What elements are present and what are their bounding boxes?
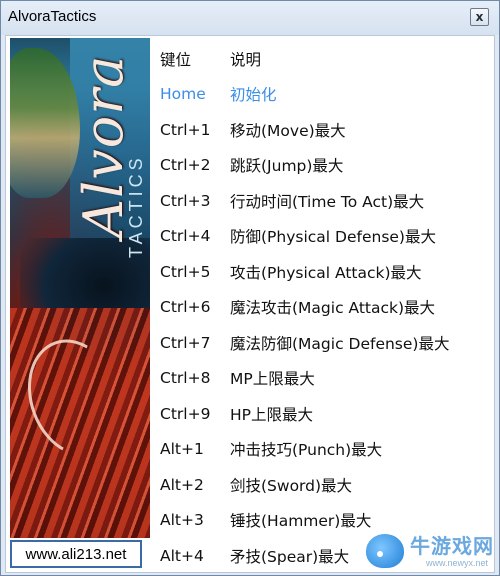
hotkey-description: 冲击技巧(Punch)最大 xyxy=(230,441,383,460)
header-desc: 说明 xyxy=(230,50,262,69)
hotkey-row: Ctrl+5 攻击(Physical Attack)最大 xyxy=(160,254,494,290)
trainer-window: AlvoraTactics x Alvora TACTICS www.ali21… xyxy=(0,0,500,576)
hotkey-key: Alt+2 xyxy=(160,475,204,494)
game-logo-subtitle: TACTICS xyxy=(126,154,146,258)
hotkey-row: Ctrl+4 防御(Physical Defense)最大 xyxy=(160,219,494,255)
hotkey-row: Ctrl+1 移动(Move)最大 xyxy=(160,112,494,148)
hotkey-key: Ctrl+5 xyxy=(160,262,211,281)
hotkey-description: 剑技(Sword)最大 xyxy=(230,476,353,495)
hotkey-row: Alt+2 剑技(Sword)最大 xyxy=(160,467,494,503)
hotkey-description: 矛技(Spear)最大 xyxy=(230,547,350,566)
hotkey-description: 魔法防御(Magic Defense)最大 xyxy=(230,334,450,353)
hotkey-list: 键位 说明 Home 初始化 Ctrl+1 移动(Move)最大 Ctrl+2 跳跃(Ju… xyxy=(160,41,494,574)
game-banner-image: Alvora TACTICS xyxy=(10,38,150,538)
window-title: AlvoraTactics xyxy=(8,8,97,25)
close-button[interactable]: x xyxy=(470,8,489,26)
hotkey-row: Home 初始化 xyxy=(160,77,494,113)
close-icon: x xyxy=(475,10,484,24)
hotkey-row: Ctrl+2 跳跃(Jump)最大 xyxy=(160,148,494,184)
hotkey-key: Alt+4 xyxy=(160,546,204,565)
hotkey-description: 防御(Physical Defense)最大 xyxy=(230,228,436,247)
hotkey-description: MP上限最大 xyxy=(230,370,315,389)
site-link[interactable]: www.ali213.net xyxy=(10,540,142,568)
hotkey-key: Ctrl+6 xyxy=(160,298,211,317)
hotkey-row: Ctrl+3 行动时间(Time To Act)最大 xyxy=(160,183,494,219)
hotkey-row: Ctrl+7 魔法防御(Magic Defense)最大 xyxy=(160,325,494,361)
hotkey-row: Alt+1 冲击技巧(Punch)最大 xyxy=(160,432,494,468)
hotkey-key: Home xyxy=(160,85,206,104)
hotkey-key: Ctrl+4 xyxy=(160,227,211,246)
hotkey-key: Ctrl+1 xyxy=(160,120,211,139)
hotkey-description: 跳跃(Jump)最大 xyxy=(230,157,344,176)
hotkey-description: 魔法攻击(Magic Attack)最大 xyxy=(230,299,436,318)
title-bar[interactable]: AlvoraTactics x xyxy=(1,1,499,35)
hotkey-key: Ctrl+7 xyxy=(160,333,211,352)
hotkey-description: 攻击(Physical Attack)最大 xyxy=(230,263,422,282)
header-key: 键位 xyxy=(160,50,192,69)
hotkey-list-header: 键位 说明 xyxy=(160,41,494,77)
hotkey-row: Ctrl+8 MP上限最大 xyxy=(160,361,494,397)
hotkey-key: Alt+3 xyxy=(160,511,204,530)
hotkey-row: Alt+4 矛技(Spear)最大 xyxy=(160,538,494,574)
hotkey-row: Ctrl+6 魔法攻击(Magic Attack)最大 xyxy=(160,290,494,326)
hotkey-key: Ctrl+3 xyxy=(160,191,211,210)
client-area: Alvora TACTICS www.ali213.net 键位 说明 Home… xyxy=(5,35,495,573)
hotkey-description: 锤技(Hammer)最大 xyxy=(230,512,372,531)
hotkey-key: Ctrl+2 xyxy=(160,156,211,175)
hotkey-row: Alt+3 锤技(Hammer)最大 xyxy=(160,503,494,539)
hotkey-description: 移动(Move)最大 xyxy=(230,121,346,140)
hotkey-description: 初始化 xyxy=(230,86,277,105)
hotkey-key: Ctrl+9 xyxy=(160,404,211,423)
hotkey-key: Alt+1 xyxy=(160,440,204,459)
hotkey-description: HP上限最大 xyxy=(230,405,314,424)
hotkey-description: 行动时间(Time To Act)最大 xyxy=(230,192,425,211)
hotkey-row: Ctrl+9 HP上限最大 xyxy=(160,396,494,432)
hotkey-key: Ctrl+8 xyxy=(160,369,211,388)
